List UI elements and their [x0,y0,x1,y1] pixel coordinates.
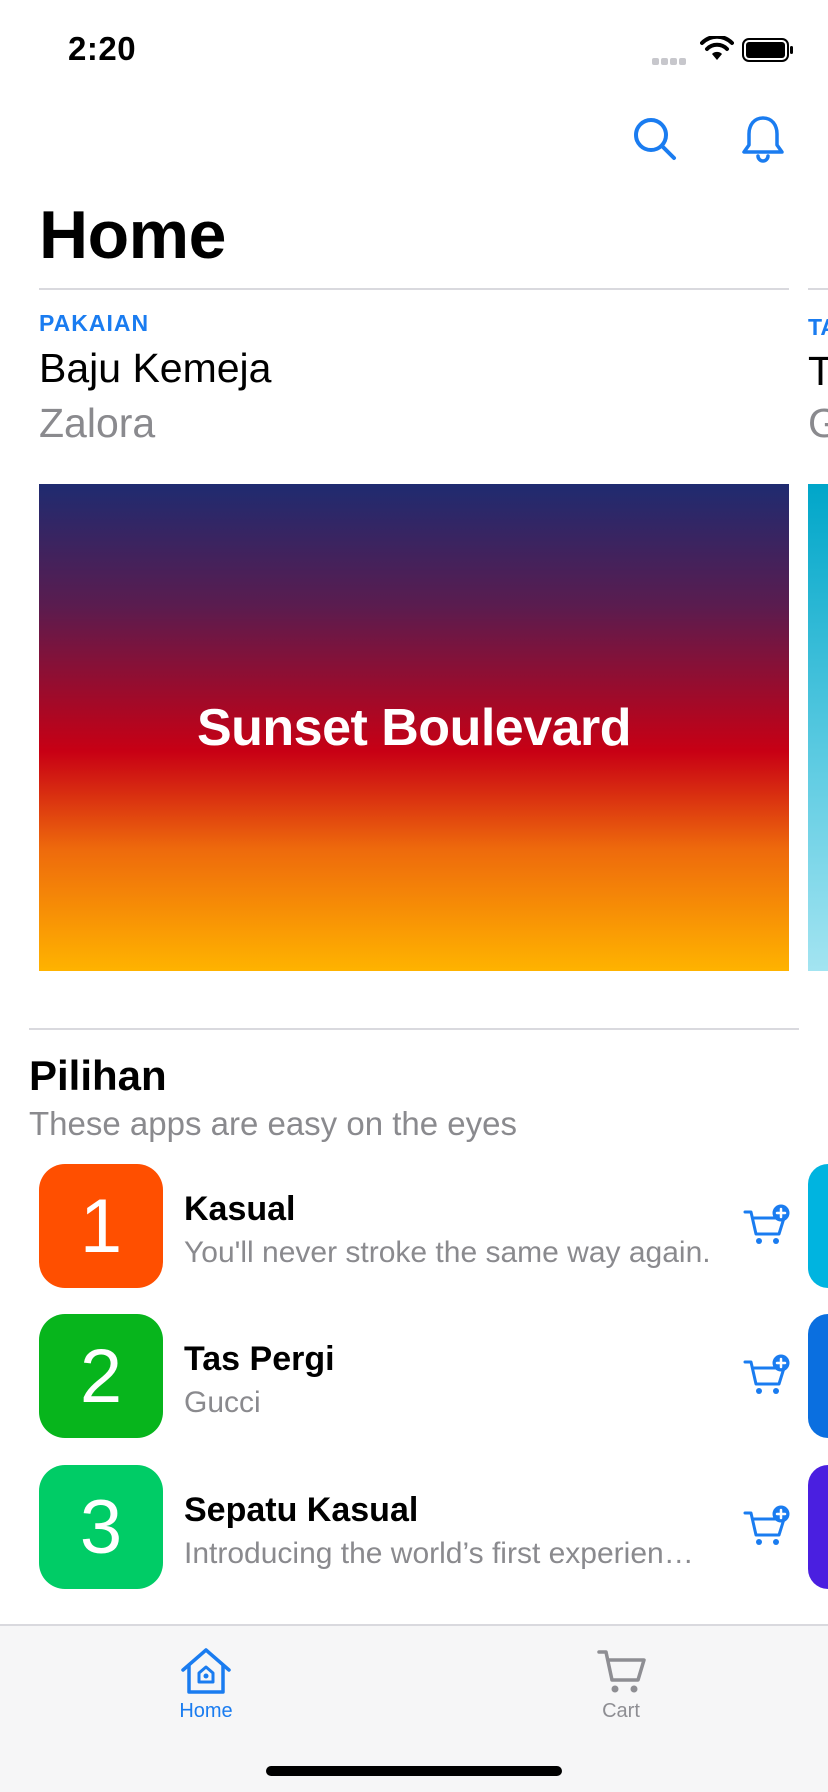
cellular-signal-icon [652,52,692,65]
divider [39,288,789,290]
item-name: Kasual [184,1190,296,1228]
rank-tile: 3 [39,1465,163,1589]
item-name: Sepatu Kasual [184,1491,419,1529]
search-icon[interactable] [630,114,680,164]
home-icon [181,1648,231,1694]
featured-brand: Zalora [39,400,156,446]
next-card-name: T [808,348,828,394]
next-card-brand: G [808,400,828,446]
list-item[interactable]: 2 Tas Pergi Gucci [39,1314,791,1438]
item-description: You'll never stroke the same way again. [184,1236,711,1269]
next-column-tile[interactable] [808,1465,828,1589]
battery-icon [742,38,793,62]
item-name: Tas Pergi [184,1340,335,1378]
tab-cart[interactable]: Cart [551,1646,691,1723]
header-toolbar [0,114,828,174]
next-column-tile[interactable] [808,1164,828,1288]
item-description: Introducing the world’s first experien… [184,1537,694,1570]
divider [29,1028,799,1030]
cart-icon [597,1650,646,1693]
item-description: Gucci [184,1386,261,1419]
banner-text: Sunset Boulevard [196,698,632,757]
featured-card[interactable]: PAKAIAN Baju Kemeja Zalora [39,310,789,447]
status-bar: 2:20 [0,0,828,100]
section-subtitle: These apps are easy on the eyes [29,1105,517,1142]
bell-icon[interactable] [738,114,788,164]
tab-home[interactable]: Home [136,1646,276,1723]
tab-label: Cart [602,1700,640,1722]
add-to-cart-icon[interactable] [743,1505,791,1549]
rank-tile: 1 [39,1164,163,1288]
divider [808,288,828,290]
next-card-banner[interactable] [808,484,828,971]
featured-banner[interactable]: Sunset Boulevard [39,484,789,971]
tab-label: Home [179,1700,233,1722]
status-time: 2:20 [68,30,137,67]
list-item[interactable]: 3 Sepatu Kasual Introducing the world’s … [39,1465,791,1589]
add-to-cart-icon[interactable] [743,1204,791,1248]
next-card-category: TA [808,314,828,340]
page-title: Home [39,197,226,273]
home-indicator [266,1766,562,1776]
next-column-tile[interactable] [808,1314,828,1438]
add-to-cart-icon[interactable] [743,1354,791,1398]
featured-name: Baju Kemeja [39,345,272,391]
featured-category: PAKAIAN [39,310,150,336]
list-item[interactable]: 1 Kasual You'll never stroke the same wa… [39,1164,791,1288]
rank-tile: 2 [39,1314,163,1438]
section-title: Pilihan [29,1052,167,1099]
wifi-icon [700,36,734,60]
